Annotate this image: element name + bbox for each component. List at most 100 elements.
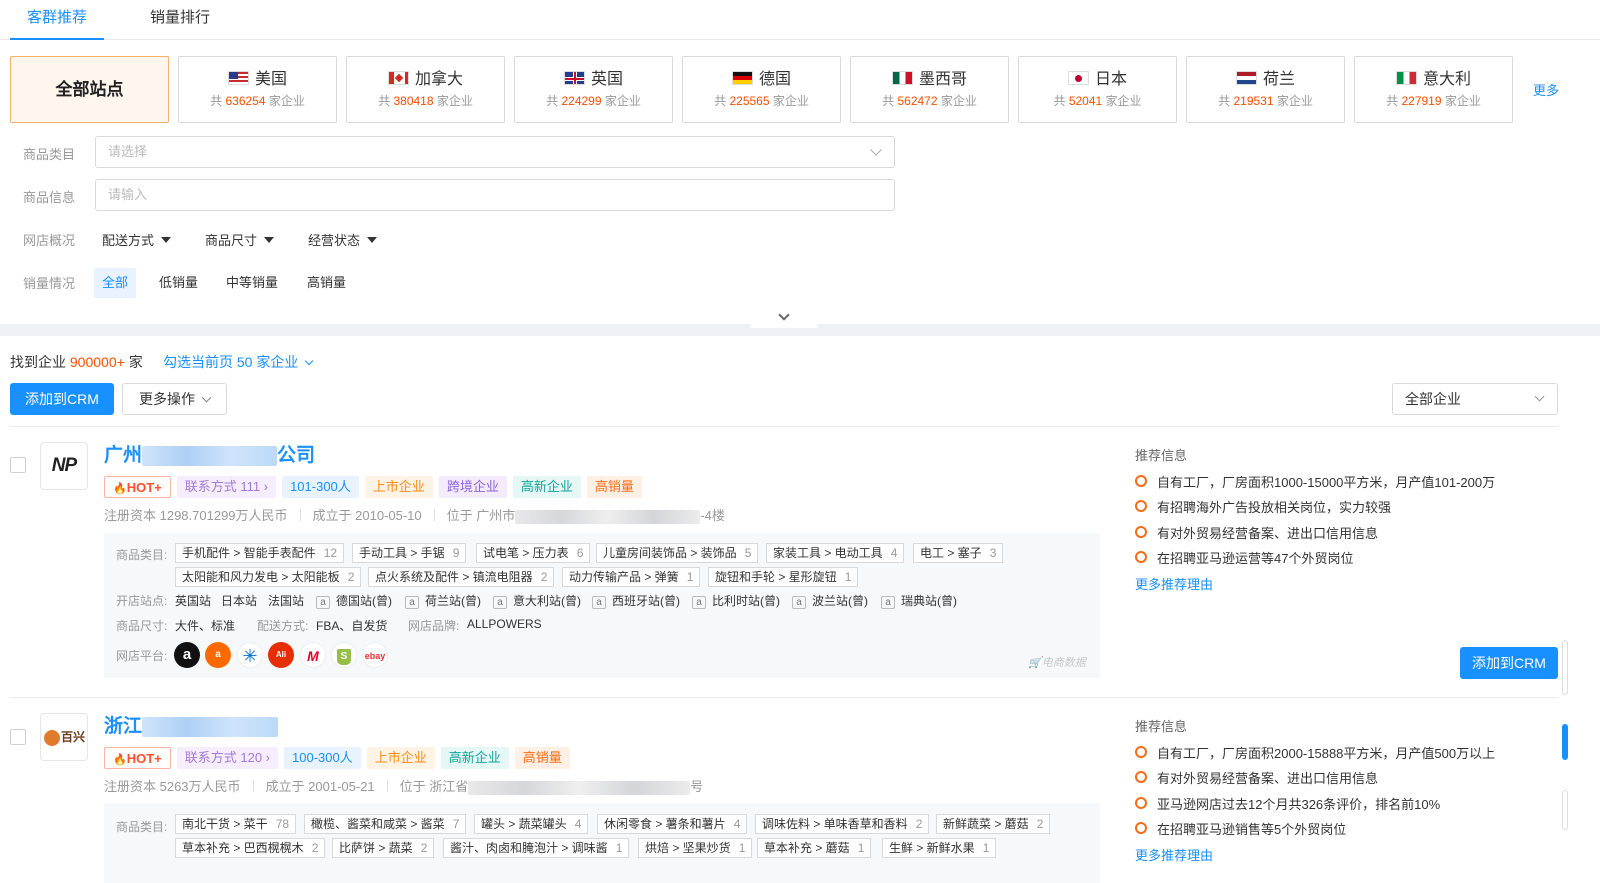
chevron-down-icon <box>201 392 212 403</box>
category-chip[interactable]: 旋钮和手轮 > 星形旋钮 1 <box>708 567 859 587</box>
more-reasons-link[interactable]: 更多推荐理由 <box>1135 845 1213 864</box>
company-tags: 🔥HOT+ 联系方式 120 › 100-300人 上市企业 高新企业 高销量 <box>104 747 576 769</box>
category-chip[interactable]: 试电笔 > 压力表 6 <box>476 543 591 563</box>
category-chip[interactable]: 罐头 > 蔬菜罐头 4 <box>474 814 589 834</box>
sales-option-all[interactable]: 全部 <box>94 268 137 298</box>
company-checkbox[interactable] <box>10 729 26 745</box>
category-chip[interactable]: 烘焙 > 坚果炒货 1 <box>638 838 753 858</box>
recommend-item: 亚马逊网店过去12个月共326条评价，排名前10% <box>1135 794 1440 813</box>
site-count: 380418 <box>393 94 434 108</box>
shopify-icon[interactable]: S <box>331 642 357 668</box>
info-input[interactable]: 请输入 <box>95 179 895 211</box>
site-card-it[interactable]: 意大利 共 227919 家企业 <box>1354 56 1513 123</box>
side-float-tab[interactable] <box>1562 790 1568 830</box>
company-address: 位于 广州市 -4楼 <box>446 508 725 524</box>
sales-option-low[interactable]: 低销量 <box>151 268 206 298</box>
tab-sales-ranking[interactable]: 销量排行 <box>150 0 210 40</box>
add-crm-button[interactable]: 添加到CRM <box>1460 647 1558 679</box>
category-chip[interactable]: 太阳能和风力发电 > 太阳能板 2 <box>175 567 362 587</box>
netherlands-flag-icon <box>1235 71 1257 85</box>
category-chip[interactable]: 橄榄、酱菜和咸菜 > 酱菜 7 <box>304 814 467 834</box>
ebay-icon[interactable]: ebay <box>362 642 388 668</box>
ecommerce-data-link[interactable]: 🛒电商数据 <box>1028 654 1086 670</box>
japan-flag-icon <box>1067 71 1089 85</box>
product-size-dropdown[interactable]: 商品尺寸 <box>205 230 274 249</box>
category-chip[interactable]: 电工 > 塞子 3 <box>913 543 1004 563</box>
collapse-toggle[interactable] <box>750 306 818 328</box>
site-card-mx[interactable]: 墨西哥 共 562472 家企业 <box>850 56 1009 123</box>
divider <box>10 697 1558 698</box>
contact-badge[interactable]: 联系方式 111 › <box>176 476 277 498</box>
category-chip[interactable]: 比萨饼 > 蔬菜 2 <box>332 838 435 858</box>
canada-flag-icon <box>387 71 409 85</box>
category-chip[interactable]: 草本补充 > 蘑菇 1 <box>757 838 872 858</box>
station-item: a 瑞典站(曾) <box>881 592 957 609</box>
high-sales-badge: 高销量 <box>586 476 642 498</box>
category-chip[interactable]: 草本补充 > 巴西榥榥木 2 <box>175 838 326 858</box>
site-card-de[interactable]: 德国 共 225565 家企业 <box>682 56 841 123</box>
size-label: 商品尺寸: <box>116 619 168 633</box>
category-chip[interactable]: 动力传输产品 > 弹簧 1 <box>562 567 701 587</box>
side-float-tab[interactable] <box>1562 724 1568 760</box>
category-chip[interactable]: 休闲零食 > 薯条和薯片 4 <box>597 814 748 834</box>
contact-badge[interactable]: 联系方式 120 › <box>176 747 279 769</box>
tab-customer-recommend[interactable]: 客群推荐 <box>10 0 104 40</box>
redacted-name <box>142 445 278 466</box>
category-chip[interactable]: 点火系统及配件 > 镇流电阻器 2 <box>368 567 555 587</box>
add-crm-button[interactable]: 添加到CRM <box>10 383 114 415</box>
category-chip[interactable]: 手动工具 > 手锯 9 <box>352 543 467 563</box>
aliexpress-icon[interactable]: Ali <box>268 642 294 668</box>
site-card-gb[interactable]: 英国 共 224299 家企业 <box>514 56 673 123</box>
high-tech-badge: 高新企业 <box>440 747 509 769</box>
site-card-jp[interactable]: 日本 共 52041 家企业 <box>1018 56 1177 123</box>
company-name-link[interactable]: 浙江 <box>104 714 279 740</box>
walmart-icon[interactable]: ✳ <box>237 642 263 668</box>
category-chip[interactable]: 儿童房间装饰品 > 装饰品 5 <box>596 543 759 563</box>
company-scope-select[interactable]: 全部企业 <box>1392 383 1558 415</box>
amazon-icon: a <box>881 596 895 609</box>
site-card-us[interactable]: 美国 共 636254 家企业 <box>178 56 337 123</box>
site-card-ca[interactable]: 加拿大 共 380418 家企业 <box>346 56 505 123</box>
category-chip[interactable]: 调味佐料 > 单味香草和香料 2 <box>755 814 930 834</box>
registered-capital: 注册资本 5263万人民币 <box>104 779 241 794</box>
site-card-nl[interactable]: 荷兰 共 219531 家企业 <box>1186 56 1345 123</box>
company-logo: NP <box>40 442 88 490</box>
category-chip[interactable]: 新鲜蔬菜 > 蘑菇 2 <box>936 814 1051 834</box>
more-operations-button[interactable]: 更多操作 <box>122 383 227 415</box>
germany-flag-icon <box>731 71 753 85</box>
business-status-dropdown[interactable]: 经营状态 <box>308 230 377 249</box>
side-float-tab[interactable] <box>1562 640 1568 695</box>
category-label: 商品类目 <box>23 147 76 162</box>
site-name: 英国 <box>590 71 623 88</box>
amazon-icon: a <box>405 596 419 609</box>
company-tags: 🔥HOT+ 联系方式 111 › 101-300人 上市企业 跨境企业 高新企业 高销量 <box>104 476 648 498</box>
select-page-dropdown[interactable]: 勾选当前页 50 家企业 <box>163 352 314 372</box>
shipping-dropdown[interactable]: 配送方式 <box>102 230 171 249</box>
site-name: 美国 <box>254 71 287 88</box>
company-checkbox[interactable] <box>10 457 26 473</box>
category-chip[interactable]: 生鲜 > 新鲜水果 1 <box>882 838 997 858</box>
station-item: a 德国站(曾) <box>316 592 392 609</box>
sales-option-high[interactable]: 高销量 <box>299 268 354 298</box>
category-select[interactable]: 请选择 <box>95 136 895 168</box>
uk-flag-icon <box>563 71 585 85</box>
redacted-name <box>142 716 279 737</box>
logo-wordmark: 百兴 <box>61 730 86 744</box>
category-chip[interactable]: 手机配件 > 智能手表配件 12 <box>175 543 345 563</box>
more-reasons-link[interactable]: 更多推荐理由 <box>1135 574 1213 593</box>
station-item: a 意大利站(曾) <box>493 592 581 609</box>
company-name-link[interactable]: 广州 公司 <box>104 443 315 469</box>
alibaba-icon[interactable]: a <box>205 642 231 668</box>
sales-option-medium[interactable]: 中等销量 <box>218 268 286 298</box>
high-sales-badge: 高销量 <box>514 747 570 769</box>
category-chip[interactable]: 家装工具 > 电动工具 4 <box>766 543 905 563</box>
site-name: 日本 <box>1094 71 1127 88</box>
company-meta: 注册资本 1298.701299万人民币 成立于 2010-05-10 位于 广州市… <box>104 505 725 524</box>
more-sites-link[interactable]: 更多 <box>1533 80 1559 99</box>
category-chip[interactable]: 酱汁、肉卤和腌泡汁 > 调味酱 1 <box>443 838 630 858</box>
site-card-all[interactable]: 全部站点 <box>10 56 169 123</box>
sales-label: 销量情况 <box>23 276 76 291</box>
amazon-icon[interactable]: a <box>174 642 200 668</box>
category-chip[interactable]: 南北干货 > 菜干 78 <box>175 814 297 834</box>
mercadolibre-icon[interactable]: M <box>300 642 326 668</box>
